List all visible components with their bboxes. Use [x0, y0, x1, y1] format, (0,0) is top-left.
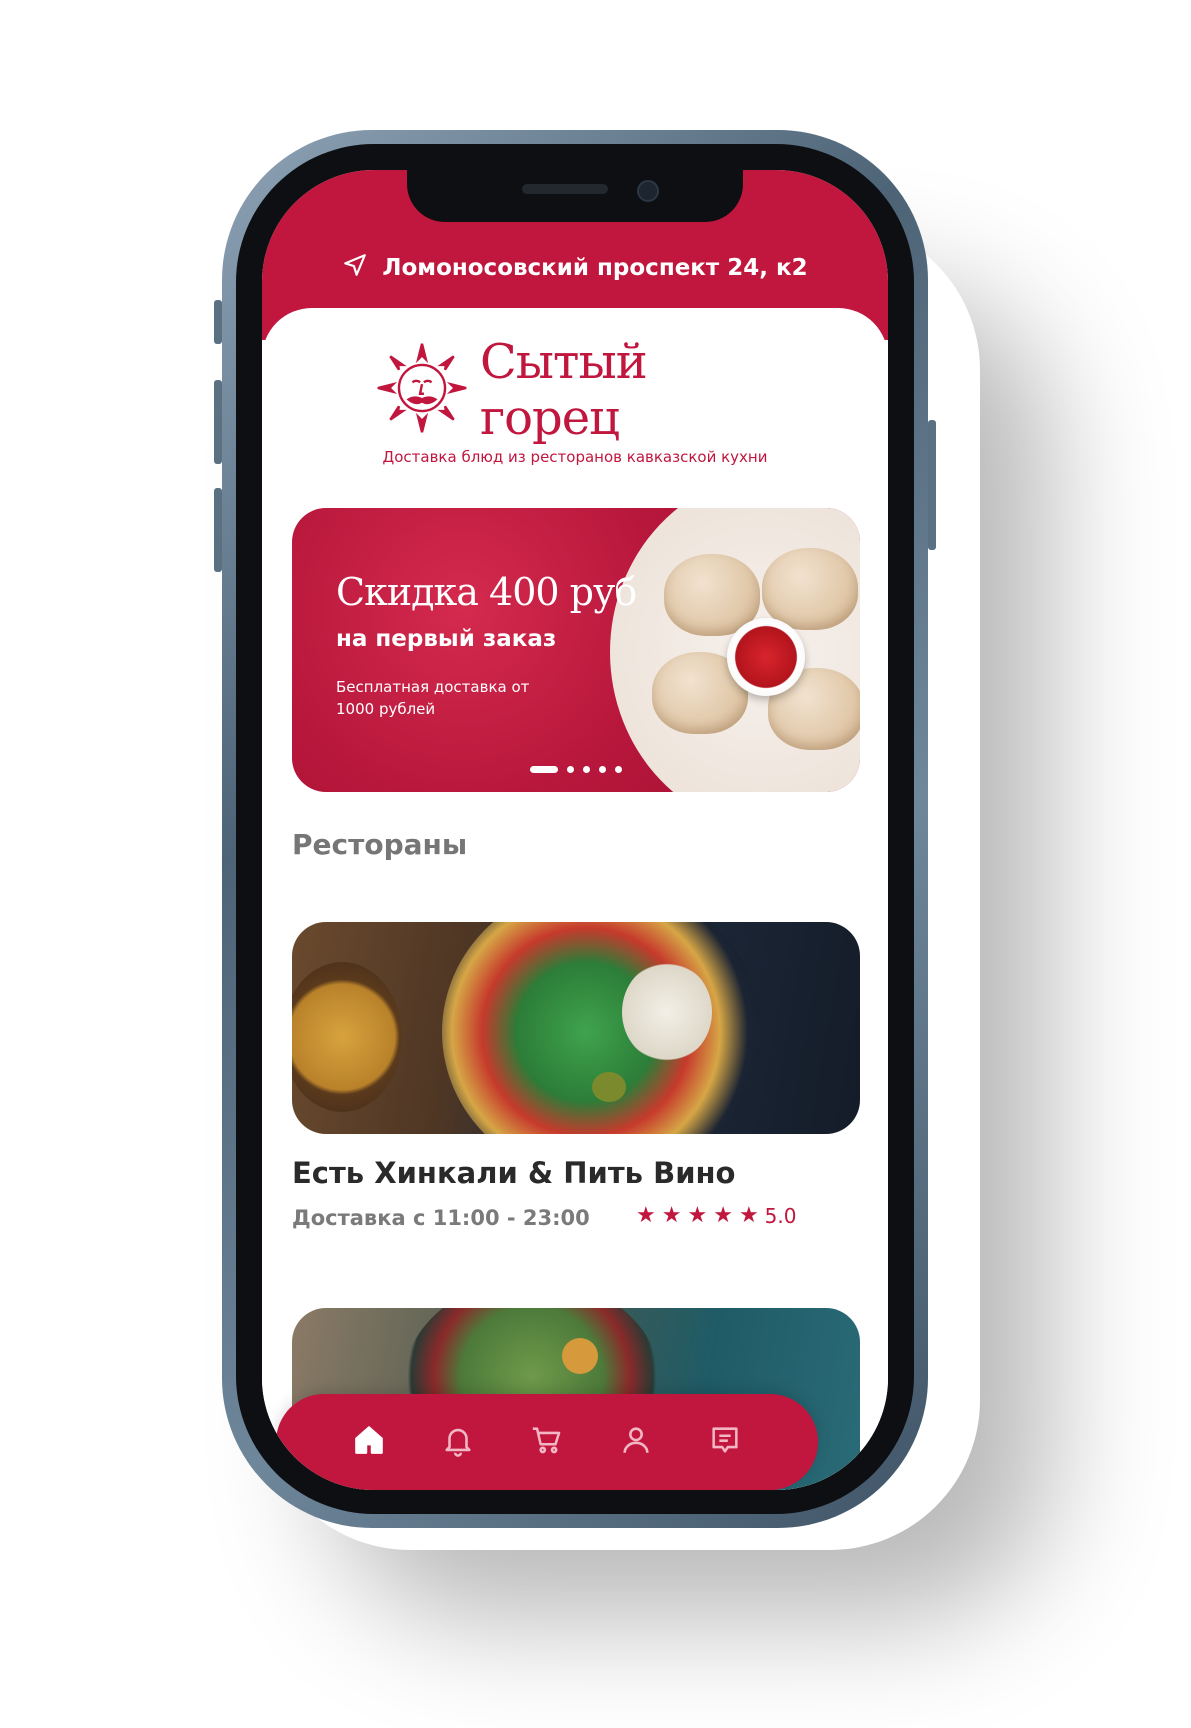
brand-logo: Сытый горец	[374, 334, 774, 446]
star-icon: ★	[738, 1203, 759, 1228]
location-selector[interactable]: Ломоносовский проспект 24, к2	[262, 248, 888, 288]
carousel-dot[interactable]	[567, 766, 574, 773]
carousel-dot[interactable]	[599, 766, 606, 773]
address-label: Ломоносовский проспект 24, к2	[382, 255, 808, 281]
star-icon: ★	[687, 1203, 708, 1228]
promo-subtitle: на первый заказ	[336, 626, 557, 652]
navigation-arrow-icon	[342, 252, 368, 284]
chickpea-bowl-image	[292, 962, 402, 1112]
carousel-dots[interactable]	[530, 766, 622, 773]
section-title-restaurants: Рестораны	[292, 828, 468, 861]
star-icon: ★	[661, 1203, 682, 1228]
bottom-nav	[276, 1394, 818, 1490]
carousel-dot[interactable]	[530, 766, 558, 773]
dumpling-image	[762, 548, 858, 630]
sauce-bowl-image	[727, 618, 805, 696]
salad-bowl-image	[442, 922, 762, 1134]
olive-image	[592, 1072, 626, 1102]
promo-banner[interactable]: Скидка 400 руб на первый заказ Бесплатна…	[292, 508, 860, 792]
star-icon: ★	[713, 1203, 733, 1228]
home-icon	[352, 1423, 386, 1461]
phone-screen: Ломоносовский проспект 24, к2 Сытый горе…	[262, 170, 888, 1490]
power-button	[928, 420, 936, 550]
sun-face-emblem-icon	[374, 340, 470, 440]
cart-icon	[530, 1423, 564, 1461]
carousel-dot[interactable]	[583, 766, 590, 773]
brand-tagline: Доставка блюд из ресторанов кавказской к…	[382, 448, 768, 466]
nav-notifications[interactable]	[438, 1422, 478, 1462]
front-camera	[637, 180, 659, 202]
restaurant-hours: Доставка с 11:00 - 23:00	[292, 1206, 590, 1230]
restaurant-rating: ★ ★ ★ ★ ★ 5.0	[636, 1204, 796, 1228]
promo-title: Скидка 400 руб	[336, 570, 637, 614]
nav-profile[interactable]	[616, 1422, 656, 1462]
nav-home[interactable]	[349, 1422, 389, 1462]
chat-icon	[708, 1423, 742, 1461]
speaker	[522, 184, 608, 194]
volume-down-button	[214, 488, 222, 572]
bell-icon	[441, 1423, 475, 1461]
carousel-dot[interactable]	[615, 766, 622, 773]
main-content: Сытый горец Доставка блюд из ресторанов …	[262, 308, 888, 1490]
yogurt-image	[622, 962, 712, 1062]
restaurant-card-image[interactable]	[292, 922, 860, 1134]
nav-chat[interactable]	[705, 1422, 745, 1462]
promo-note: Бесплатная доставка от 1000 рублей	[336, 678, 530, 718]
user-icon	[619, 1423, 653, 1461]
rating-value: 5.0	[764, 1204, 797, 1228]
mute-switch	[214, 300, 222, 344]
restaurant-name[interactable]: Есть Хинкали & Пить Вино	[292, 1156, 735, 1190]
star-icon: ★	[636, 1203, 656, 1228]
brand-name: Сытый горец	[480, 334, 648, 446]
egg-image	[562, 1338, 598, 1374]
volume-up-button	[214, 380, 222, 464]
notch	[407, 170, 743, 222]
nav-cart[interactable]	[527, 1422, 567, 1462]
